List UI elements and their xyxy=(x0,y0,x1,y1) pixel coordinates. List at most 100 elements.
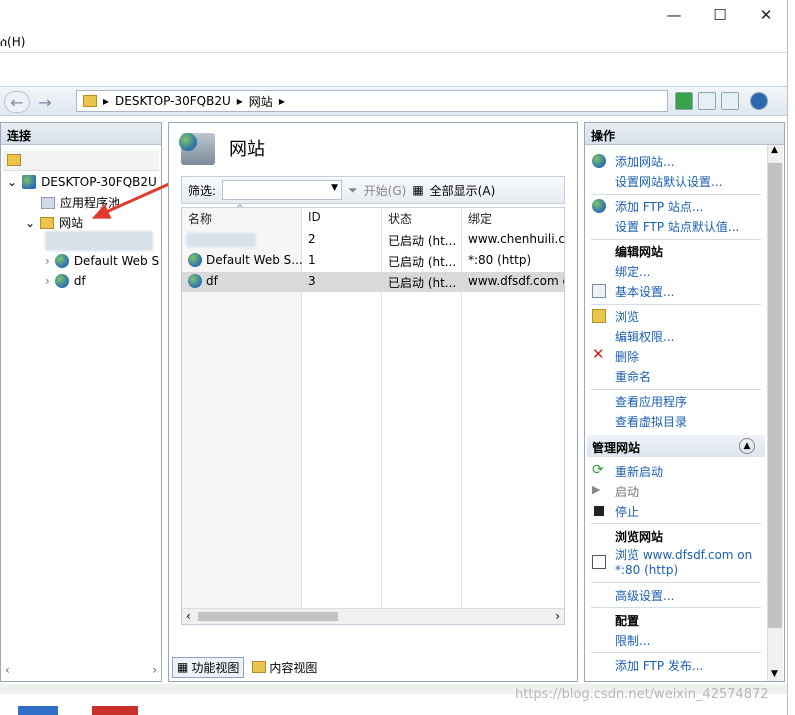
tree-site-df[interactable]: › df xyxy=(45,274,86,288)
filter-bar: 筛选: ▼ ⏷ 开始(G) ▦ 全部显示(A) xyxy=(181,176,565,204)
chevron-down-icon[interactable]: ▼ xyxy=(331,183,338,193)
tab-content-view[interactable]: 内容视图 xyxy=(248,658,321,677)
forward-button[interactable]: → xyxy=(32,91,58,113)
menu-help[interactable]: ሰ(H) xyxy=(0,35,25,50)
show-all-button[interactable]: 全部显示(A) xyxy=(430,182,496,199)
site-defaults-link[interactable]: 设置网站默认设置... xyxy=(615,173,722,190)
browse-link-line1[interactable]: 浏览 www.dfsdf.com on xyxy=(615,546,752,563)
minimize-button[interactable]: — xyxy=(651,0,697,30)
connections-title: 连接 xyxy=(1,123,161,145)
globe-icon xyxy=(54,254,69,268)
config-heading: 配置 xyxy=(615,614,640,628)
collapse-icon[interactable]: ⌄ xyxy=(7,175,17,189)
show-all-icon: ▦ xyxy=(412,183,424,197)
watermark: https://blog.csdn.net/weixin_42574872 xyxy=(515,687,769,702)
maximize-button[interactable]: ☐ xyxy=(697,0,743,30)
tree-site-default[interactable]: › Default Web S xyxy=(45,254,159,268)
edit-site-heading: 编辑网站 xyxy=(615,245,664,259)
tab-features-view[interactable]: ▦ 功能视图 xyxy=(172,656,245,678)
page-title: 网站 xyxy=(229,139,265,160)
tree-server[interactable]: ⌄ DESKTOP-30FQB2U xyxy=(7,175,157,189)
scroll-up-icon[interactable]: ▲ xyxy=(771,145,778,155)
header-status[interactable]: 状态 xyxy=(382,208,418,228)
manage-site-heading: 管理网站 xyxy=(592,441,641,455)
breadcrumb-server[interactable]: DESKTOP-30FQB2U xyxy=(115,94,231,108)
globe-icon xyxy=(188,274,202,288)
tree-sites[interactable]: ⌄ 网站 xyxy=(25,214,83,231)
cell-status: 已启动 (ht... xyxy=(388,276,457,290)
menu-bar: ሰ(H) xyxy=(0,31,787,53)
view-apps-link[interactable]: 查看应用程序 xyxy=(615,393,687,410)
address-bar: ← → ▸ DESKTOP-30FQB2U ▸ 网站 ▸ xyxy=(0,86,787,116)
collapse-section-icon[interactable]: ▲ xyxy=(739,438,755,454)
stop-icon[interactable] xyxy=(698,92,716,110)
scroll-thumb[interactable] xyxy=(198,612,338,621)
expand-icon[interactable]: › xyxy=(45,274,50,288)
help-icon[interactable] xyxy=(750,92,768,110)
connections-toolbar xyxy=(3,151,159,171)
restart-link[interactable]: 重新启动 xyxy=(615,463,663,480)
view-tabs: ▦ 功能视图 内容视图 xyxy=(168,656,578,678)
view-vdirs-link[interactable]: 查看虚拟目录 xyxy=(615,413,687,430)
scroll-thumb[interactable] xyxy=(768,163,782,628)
cell-id: 2 xyxy=(308,232,316,246)
add-ftp-link[interactable]: 添加 FTP 站点... xyxy=(615,198,703,215)
advanced-settings-link[interactable]: 高级设置... xyxy=(615,587,674,604)
edit-permissions-link[interactable]: 编辑权限... xyxy=(615,328,674,345)
scroll-right-icon[interactable]: › xyxy=(555,609,560,623)
header-id[interactable]: ID xyxy=(302,208,327,228)
manage-site-header[interactable]: 管理网站 ▲ xyxy=(587,435,765,457)
actions-panel: 操作 添加网站... 设置网站默认设置... 添加 FTP 站点... 设置 F… xyxy=(584,122,785,682)
filter-input[interactable]: ▼ xyxy=(222,180,343,200)
divider xyxy=(591,582,761,583)
divider xyxy=(591,304,761,305)
settings-icon xyxy=(592,284,606,298)
divider xyxy=(591,239,761,240)
header-binding[interactable]: 绑定 xyxy=(462,208,498,228)
table-row[interactable]: Default Web S... 1 已启动 (ht... *:80 (http… xyxy=(182,251,564,271)
filter-icon: ⏷ xyxy=(348,182,358,197)
add-ftp-publish-link[interactable]: 添加 FTP 发布... xyxy=(615,657,703,674)
close-button[interactable]: ✕ xyxy=(743,0,789,30)
divider xyxy=(591,652,761,653)
back-button[interactable]: ← xyxy=(4,91,30,113)
cell-name-text: Default Web S... xyxy=(206,253,302,267)
refresh-icon[interactable] xyxy=(675,92,693,110)
new-connection-icon[interactable] xyxy=(7,154,21,166)
cell-name: Default Web S... xyxy=(182,251,302,271)
scroll-down-icon[interactable]: ▼ xyxy=(771,669,778,679)
cell-binding: www.chenhuili.co xyxy=(468,232,564,246)
table-row-selected[interactable]: df 3 已启动 (ht... www.dfsdf.com c xyxy=(182,272,564,292)
tree-server-label: DESKTOP-30FQB2U xyxy=(41,175,157,189)
tab-features-label: 功能视图 xyxy=(191,660,240,675)
stop-link[interactable]: 停止 xyxy=(615,503,639,520)
delete-link[interactable]: 删除 xyxy=(615,348,639,365)
bindings-link[interactable]: 绑定... xyxy=(615,263,650,280)
scroll-left-icon[interactable]: ‹ xyxy=(186,609,191,623)
basic-settings-link[interactable]: 基本设置... xyxy=(615,283,674,300)
left-hscroll[interactable]: ‹ › xyxy=(5,663,157,679)
start-button[interactable]: 开始(G) xyxy=(364,182,407,199)
home-icon[interactable] xyxy=(721,92,739,110)
collapse-icon[interactable]: ⌄ xyxy=(25,216,35,230)
breadcrumb-sites[interactable]: 网站 xyxy=(249,93,273,110)
start-link[interactable]: 启动 xyxy=(615,483,639,500)
table-hscroll[interactable]: ‹ › xyxy=(182,608,564,624)
sites-folder-icon xyxy=(40,216,55,229)
taskbar-icon xyxy=(18,706,58,715)
table-row[interactable]: 2 已启动 (ht... www.chenhuili.co xyxy=(182,230,564,250)
add-site-link[interactable]: 添加网站... xyxy=(615,153,674,170)
breadcrumb[interactable]: ▸ DESKTOP-30FQB2U ▸ 网站 ▸ xyxy=(76,90,668,112)
expand-icon[interactable]: › xyxy=(45,254,50,268)
explore-link[interactable]: 浏览 xyxy=(615,308,639,325)
ftp-defaults-link[interactable]: 设置 FTP 站点默认值... xyxy=(615,218,739,235)
taskbar-icon xyxy=(92,706,138,715)
title-bar: — ☐ ✕ xyxy=(0,0,787,30)
limits-link[interactable]: 限制... xyxy=(615,632,650,649)
sites-table: 名称 ^ ID 状态 绑定 2 已启动 (ht... www.chenhuili… xyxy=(181,204,565,625)
header-name[interactable]: 名称 xyxy=(182,208,218,228)
rename-link[interactable]: 重命名 xyxy=(615,368,651,385)
breadcrumb-sep-icon: ▸ xyxy=(278,94,285,108)
redacted-site-name xyxy=(186,233,256,247)
browse-link-line2[interactable]: *:80 (http) xyxy=(615,563,678,577)
